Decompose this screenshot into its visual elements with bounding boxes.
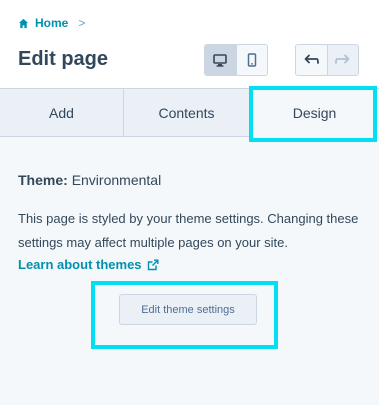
undo-icon [305,54,320,64]
undo-button[interactable] [296,45,327,75]
chevron-right-icon: > [78,16,86,30]
mobile-icon [247,53,257,67]
theme-line: Theme: Environmental [18,172,368,188]
editor-header: Home > Edit page [0,0,379,88]
redo-button[interactable] [326,45,358,75]
edit-theme-settings-button[interactable]: Edit theme settings [119,294,257,325]
redo-icon [335,54,350,64]
breadcrumb[interactable]: Home > [18,15,85,31]
learn-about-themes-link[interactable]: Learn about themes [18,257,159,272]
theme-label: Theme: [18,172,68,188]
theme-description: This page is styled by your theme settin… [18,211,359,250]
theme-section: Theme: Environmental [18,172,368,188]
history-controls [295,44,359,76]
mobile-view-button[interactable] [235,45,267,75]
device-toggle [204,44,268,76]
desktop-view-button[interactable] [205,45,236,75]
theme-name: Environmental [71,172,162,188]
desktop-icon [213,53,228,67]
sidebar-tabs: Add Contents Design [0,88,379,137]
tab-add[interactable]: Add [0,89,124,137]
learn-about-themes-label[interactable]: Learn about themes [18,257,142,272]
tab-contents[interactable]: Contents [124,89,250,137]
home-icon [18,18,29,28]
tab-design[interactable]: Design [250,89,379,137]
breadcrumb-home-label[interactable]: Home [35,16,68,30]
page-title: Edit page [18,48,109,70]
external-link-icon [147,259,159,270]
